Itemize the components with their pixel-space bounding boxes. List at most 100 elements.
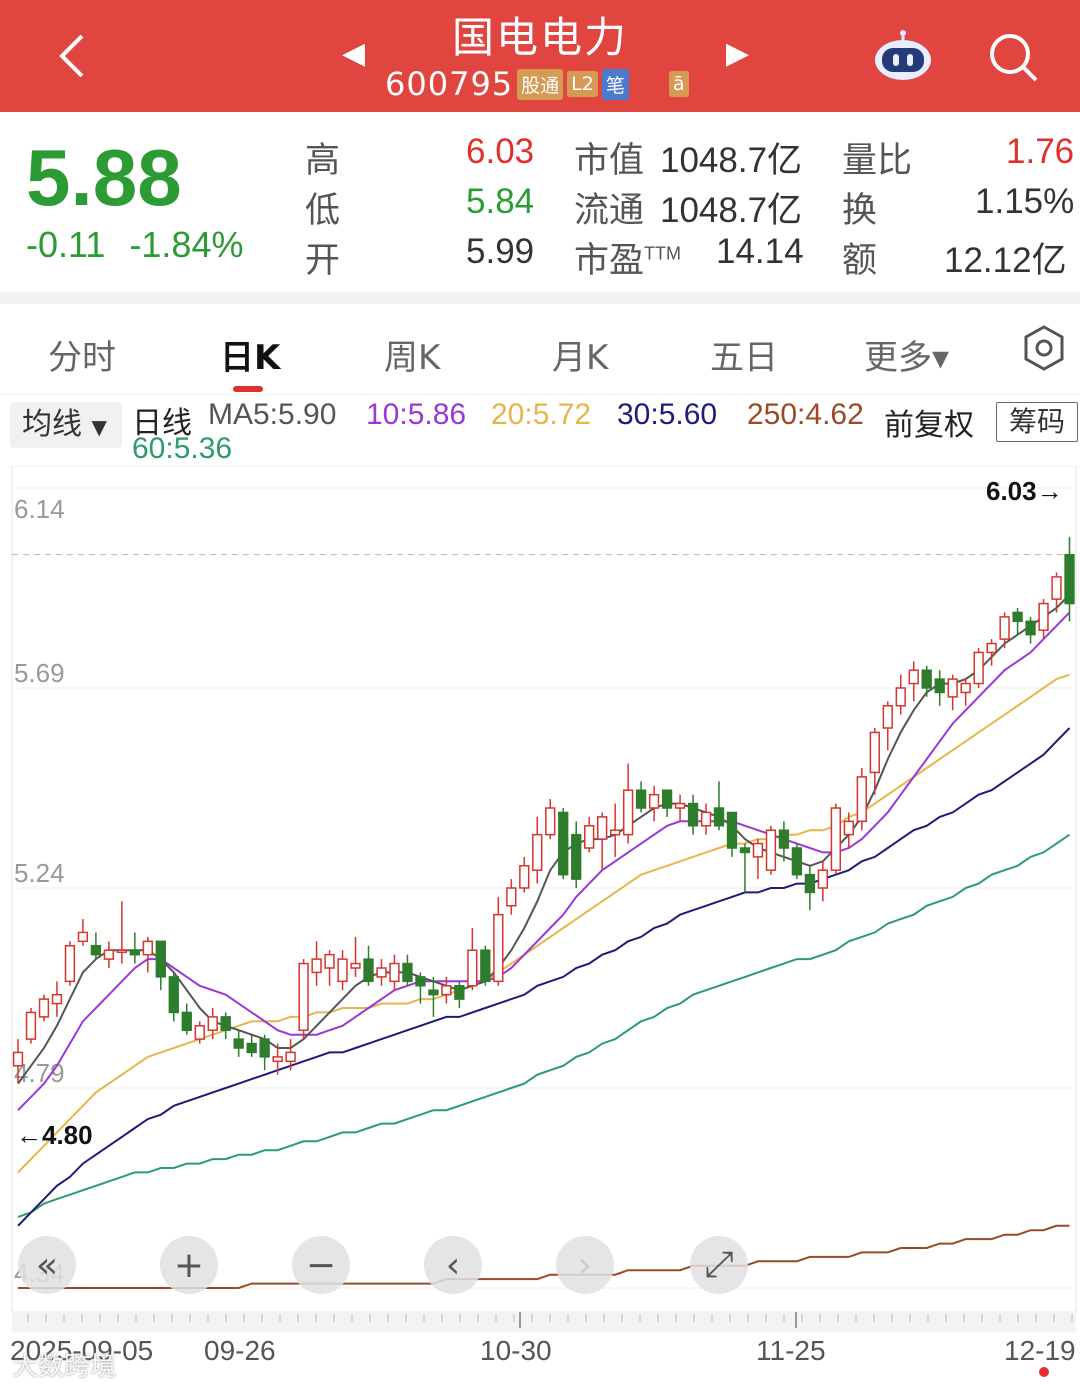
candle-down xyxy=(233,1038,244,1049)
candle-up xyxy=(376,967,387,978)
candle-down xyxy=(661,789,673,809)
candle-down xyxy=(155,940,166,978)
candle-down xyxy=(791,847,803,876)
volratio-value: 1.76 xyxy=(1006,132,1075,171)
candle-up xyxy=(298,962,309,1031)
assistant-robot-icon[interactable] xyxy=(872,30,934,82)
chart-frame xyxy=(11,466,1077,1313)
candle-up xyxy=(441,985,452,996)
ma30-value: 30:5.60 xyxy=(617,398,718,431)
candle-up xyxy=(285,1051,296,1063)
tab-intraday[interactable]: 分时 xyxy=(48,330,116,379)
candle-down xyxy=(558,811,569,876)
candle-up xyxy=(856,776,867,823)
candle-down xyxy=(713,807,725,827)
candle-up xyxy=(194,1025,205,1040)
candle-up xyxy=(324,953,335,969)
tab-daily-k[interactable]: 日K xyxy=(220,330,280,379)
tag-l2[interactable]: L2 xyxy=(567,71,598,97)
candle-down xyxy=(402,962,413,983)
candle-up xyxy=(64,945,76,983)
tab-five-day[interactable]: 五日 xyxy=(710,330,778,379)
candle-up xyxy=(869,731,880,774)
candle-up xyxy=(12,1051,24,1067)
candle-up xyxy=(973,651,984,685)
adjust-mode[interactable]: 前复权 xyxy=(884,400,974,444)
candle-up xyxy=(350,962,361,969)
candle-up xyxy=(908,669,919,685)
latest-marker-icon xyxy=(1039,1367,1049,1377)
candle-up xyxy=(765,829,777,871)
candle-up xyxy=(960,682,971,694)
ma10-value: 10:5.86 xyxy=(366,398,467,431)
candle-down xyxy=(921,669,932,689)
candle-up xyxy=(882,705,893,729)
period-tabs: 分时 日K 周K 月K 五日 更多▾ xyxy=(0,304,1080,395)
high-label: 高 xyxy=(305,141,341,180)
candle-up xyxy=(38,998,50,1018)
candle-down xyxy=(1012,611,1023,623)
candle-down xyxy=(259,1038,270,1058)
next-stock-icon[interactable]: ▶ xyxy=(726,36,749,71)
tab-weekly-k[interactable]: 周K xyxy=(384,330,440,379)
ma-legend-bar: 均线 ▼ 日线 MA5:5.90 10:5.86 20:5.72 30:5.60… xyxy=(0,394,1080,466)
candle-down xyxy=(363,958,374,983)
x-tick-label: 11-25 xyxy=(756,1335,826,1366)
min-price-label: ←4.80 xyxy=(16,1120,93,1150)
tab-more[interactable]: 更多▾ xyxy=(864,330,949,379)
chip-distribution-button[interactable]: 筹码 xyxy=(996,402,1078,442)
ma10-line xyxy=(17,611,1071,1111)
candle-up xyxy=(545,807,556,836)
pan-left-button[interactable]: ‹ xyxy=(424,1236,482,1294)
mktcap-label: 市值 xyxy=(574,141,645,180)
amount-label: 额 xyxy=(842,241,878,280)
low-value: 5.84 xyxy=(466,182,535,221)
candle-up xyxy=(77,931,89,943)
candle-up xyxy=(895,687,906,707)
turnover-value: 1.15% xyxy=(975,182,1075,221)
price-change: -0.11 -1.84% xyxy=(26,224,244,265)
zoom-out-button[interactable]: − xyxy=(292,1236,350,1294)
candle-down xyxy=(1025,620,1036,636)
candle-up xyxy=(51,993,63,1005)
ma5-value: MA5:5.90 xyxy=(208,398,337,431)
candle-up xyxy=(700,811,712,827)
candle-up xyxy=(1038,602,1049,631)
ma-dropdown[interactable]: 均线 ▼ xyxy=(10,402,122,448)
zoom-in-button[interactable]: + xyxy=(160,1236,218,1294)
candle-up xyxy=(999,616,1010,640)
ma20-value: 20:5.72 xyxy=(491,398,592,431)
candle-down xyxy=(1064,553,1075,605)
pan-right-button[interactable]: › xyxy=(556,1236,614,1294)
mktcap-value: 1048.7亿 xyxy=(660,141,803,180)
fullscreen-button[interactable]: ⤢ xyxy=(690,1236,748,1294)
candle-up xyxy=(817,869,829,889)
tag-extra[interactable]: ā xyxy=(668,71,689,97)
candle-down xyxy=(454,985,465,1000)
kline-chart[interactable]: 6.145.695.244.794.342025-09-0509-2610-30… xyxy=(0,466,1080,1385)
scroll-to-start-button[interactable]: « xyxy=(18,1236,76,1294)
candle-up xyxy=(986,642,997,654)
tab-monthly-k[interactable]: 月K xyxy=(552,330,608,379)
candle-up xyxy=(532,833,543,871)
candle-up xyxy=(622,789,634,836)
candle-up xyxy=(1051,576,1062,600)
candle-up xyxy=(493,913,504,983)
open-value: 5.99 xyxy=(466,232,535,271)
candle-up xyxy=(584,825,595,849)
tag-bi[interactable]: 笔 xyxy=(601,68,629,100)
candle-up xyxy=(609,829,621,836)
quote-panel: 5.88 -0.11 -1.84% 高 6.03 低 5.84 开 5.99 市… xyxy=(0,112,1080,292)
candle-up xyxy=(648,793,660,809)
candle-down xyxy=(571,833,582,880)
candle-down xyxy=(415,976,426,987)
settings-hexagon-icon[interactable] xyxy=(1020,324,1068,372)
code-row: 600795 股通 L2 笔 ā xyxy=(385,64,689,104)
candle-down xyxy=(635,789,647,809)
candle-up xyxy=(752,842,764,858)
candle-down xyxy=(90,945,102,956)
tag-connect[interactable]: 股通 xyxy=(517,68,564,100)
search-icon[interactable] xyxy=(986,30,1042,86)
y-tick-label: 5.69 xyxy=(14,658,65,688)
candle-up xyxy=(597,816,608,840)
